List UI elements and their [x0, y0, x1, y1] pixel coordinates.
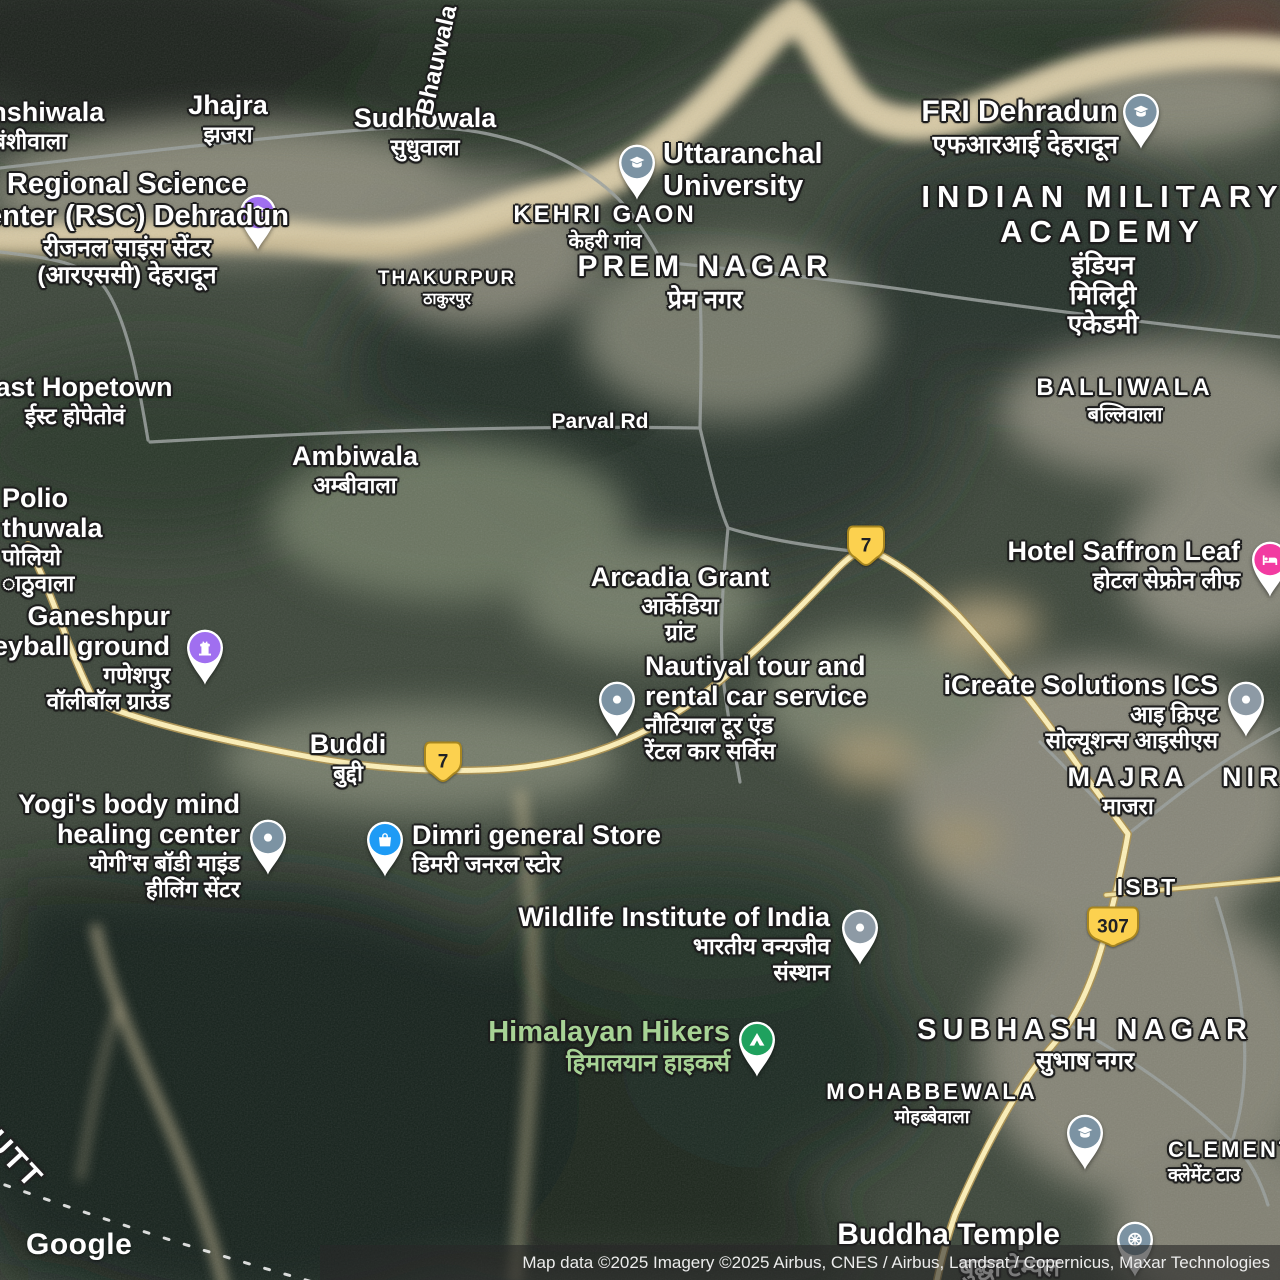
map-label-banshiwala: Banshiwalaबंशीवाला: [0, 97, 104, 155]
map-label-nautiyal-tour[interactable]: Nautiyal tour and rental car service नौटिय…: [645, 651, 867, 764]
label-name-hindi: भारतीय वन्यजीव संस्थान: [692, 933, 830, 985]
label-name-hindi: पोलियोाठुवाला: [2, 544, 75, 596]
label-name-en: Nautiyal tour and rental car service: [645, 651, 868, 712]
label-name-en: SUBHASH NAGAR: [917, 1014, 1253, 1046]
label-name-en: PREM NAGAR: [577, 250, 833, 283]
attribution-bar: Map data ©2025 Imagery ©2025 Airbus, CNE…: [320, 1245, 1280, 1280]
map-label-kehri-gaon: KEHRI GAON केहरी गांव: [513, 201, 697, 253]
label-name-en: Bhauwala: [411, 2, 463, 118]
label-name-en: Ambiwala: [291, 441, 419, 471]
label-name-en: iCreate Solutions ICS: [943, 670, 1218, 700]
label-name-hindi: प्रेम नगर: [667, 285, 743, 314]
label-name-en: Regional ScienceCenter (RSC) Dehradun: [0, 168, 289, 233]
label-name-hindi: डिमरी जनरल स्टोर: [412, 851, 561, 878]
map-label-fri-dehradun[interactable]: FRI Dehradun एफआरआई देहरादून: [921, 95, 1118, 159]
map-label-wildlife-institute[interactable]: Wildlife Institute of India भारतीय वन्यजी…: [518, 902, 830, 985]
label-name-hindi: मोहब्बेवाला: [894, 1105, 970, 1127]
map-label-east-hopetown: East Hopetownईस्ट होपेतोवं: [0, 372, 173, 430]
google-logo[interactable]: Google: [26, 1228, 132, 1262]
label-name-en: FRI Dehradun: [921, 95, 1118, 128]
label-name-en: MOHABBEWALA: [826, 1079, 1038, 1104]
map-label-balliwala: BALLIWALA बल्लिवाला: [1036, 374, 1214, 426]
label-name-hindi: आइ क्रिएट सोल्यूशन्स आइसीएस: [1045, 701, 1218, 753]
label-name-en: Wildlife Institute of India: [518, 902, 830, 932]
map-label-jhajra: Jhajra झजरा: [188, 90, 268, 148]
map-label-nira: NIRA: [1222, 762, 1280, 792]
label-name-en: Buddi: [309, 729, 387, 759]
label-name-en: BALLIWALA: [1036, 374, 1214, 401]
label-name-hindi: सुधुवाला: [390, 134, 460, 161]
label-name-hindi: बुद्दी: [333, 760, 363, 787]
label-name-en: Parval Rd: [551, 410, 649, 433]
label-name-hindi: माजरा: [1102, 793, 1154, 820]
map-label-buddi: Buddi बुद्दी: [310, 729, 386, 787]
label-name-en: KEHRI GAON: [513, 201, 697, 228]
label-name-en: Dimri general Store: [412, 820, 662, 850]
map-label-icreate-solutions[interactable]: iCreate Solutions ICS आइ क्रिएट सोल्यूशन्स…: [943, 670, 1218, 753]
label-name-en: Himalayan Hikers: [488, 1016, 730, 1048]
label-name-hindi: बल्लिवाला: [1087, 403, 1163, 426]
attribution-text: Map data ©2025 Imagery ©2025 Airbus, CNE…: [522, 1252, 1270, 1272]
map-label-bhauwala: Bhauwala: [411, 2, 463, 118]
label-name-en: ISBT: [1116, 874, 1178, 900]
label-name-en: Jhajra: [188, 90, 268, 120]
label-name-en: THAKURPUR: [377, 268, 517, 289]
label-name-hindi: सुभाष नगर: [1036, 1048, 1134, 1076]
label-name-hindi: क्लेमेंट टाउ: [1168, 1163, 1241, 1185]
label-name-en: Hotel Saffron Leaf: [1007, 536, 1240, 566]
label-name-en: Yogi's body mind healing center: [18, 789, 240, 850]
map-label-hotel-saffron-leaf[interactable]: Hotel Saffron Leaf होटल सेफ्रोन लीफ: [1007, 536, 1240, 594]
map-label-ambiwala: Ambiwala अम्बीवाला: [292, 441, 418, 499]
label-name-en: Ganeshpurvolleyball ground: [0, 601, 170, 662]
map-label-majra: MAJRA माजरा: [1067, 762, 1188, 820]
label-name-en: NIRA: [1222, 762, 1280, 792]
label-name-en: Arcadia Grant: [590, 562, 770, 592]
map-label-indian-military-academy: INDIAN MILITARY ACADEMY इंडियन मिलिट्री एकेड…: [921, 179, 1280, 339]
label-name-hindi: आर्केडिया ग्रांट: [641, 593, 719, 645]
map-label-parval-rd: Parval Rd: [552, 410, 649, 434]
label-name-en: CLEMENT T: [1168, 1137, 1280, 1162]
map-label-himalayan-hikers[interactable]: Himalayan Hikers हिमालयान हाइकर्स: [488, 1016, 730, 1078]
map-label-arcadia-grant: Arcadia Grant आर्केडिया ग्रांट: [591, 562, 770, 645]
label-name-hindi: इंडियन मिलिट्री एकेडमी: [1067, 250, 1139, 339]
label-name-hindi: बंशीवाला: [0, 128, 67, 155]
label-name-hindi: हिमालयान हाइकर्स: [566, 1050, 730, 1078]
map-label-subhash-nagar: SUBHASH NAGAR सुभाष नगर: [917, 1014, 1253, 1076]
label-name-hindi: होटल सेफ्रोन लीफ: [1092, 567, 1240, 594]
satellite-map-viewport[interactable]: 77307 BanshiwalaबंशीवालाJhajraझजराSudhow…: [0, 0, 1280, 1280]
label-name-hindi: योगी'स बॉडी माइंड हीलिंग सेंटर: [89, 850, 240, 902]
label-name-en: East Hopetown: [0, 372, 173, 402]
label-name-en: Uttaranchal University: [663, 138, 823, 203]
map-label-polio: Polio thuwala पोलियोाठुवाला: [2, 483, 103, 596]
label-name-hindi: ठाकुरपुर: [423, 291, 471, 309]
label-name-hindi: झजरा: [203, 121, 253, 148]
label-name-en: MAJRA: [1067, 762, 1189, 792]
label-name-hindi: नौटियाल टूर एंड रेंटल कार सर्विस: [645, 712, 776, 764]
label-name-en: Banshiwala: [0, 97, 105, 127]
map-label-mohabbewala: MOHABBEWALA मोहब्बेवाला: [826, 1079, 1038, 1127]
map-label-regional-science-center[interactable]: Regional ScienceCenter (RSC) Dehradunरीज…: [0, 168, 289, 290]
map-label-dimri-general-store[interactable]: Dimri general Store डिमरी जनरल स्टोर: [412, 820, 661, 878]
map-label-clement-town: CLEMENT Tक्लेमेंट टाउ: [1168, 1137, 1280, 1185]
label-name-hindi: गणेशपुर वॉलीबॉल ग्राउंड: [46, 662, 170, 714]
map-label-yogis-healing-center[interactable]: Yogi's body mind healing center योगी'स बॉड…: [18, 789, 240, 902]
map-label-thakurpur: THAKURPUR ठाकुरपुर: [378, 268, 516, 309]
label-name-hindi: एफआरआई देहरादून: [932, 130, 1118, 159]
labels-layer: BanshiwalaबंशीवालाJhajraझजराSudhowalaसुध…: [0, 0, 1280, 1280]
map-label-uttaranchal-university[interactable]: Uttaranchal University: [663, 138, 823, 203]
map-label-ganeshpur-volleyball-ground[interactable]: Ganeshpurvolleyball groundगणेशपुरवॉलीबॉल…: [0, 601, 170, 714]
label-name-hindi: अम्बीवाला: [313, 472, 397, 499]
label-name-en: Polio thuwala: [2, 483, 103, 544]
map-label-isbt: ISBT: [1116, 874, 1178, 901]
label-name-en: INDIAN MILITARY ACADEMY: [921, 179, 1280, 249]
label-name-hindi: ईस्ट होपेतोवं: [25, 403, 125, 430]
label-name-hindi: रीजनल साइंस सेंटर (आरएससी) देहरादून: [37, 234, 217, 290]
map-label-prem-nagar: PREM NAGAR प्रेम नगर: [577, 250, 832, 314]
